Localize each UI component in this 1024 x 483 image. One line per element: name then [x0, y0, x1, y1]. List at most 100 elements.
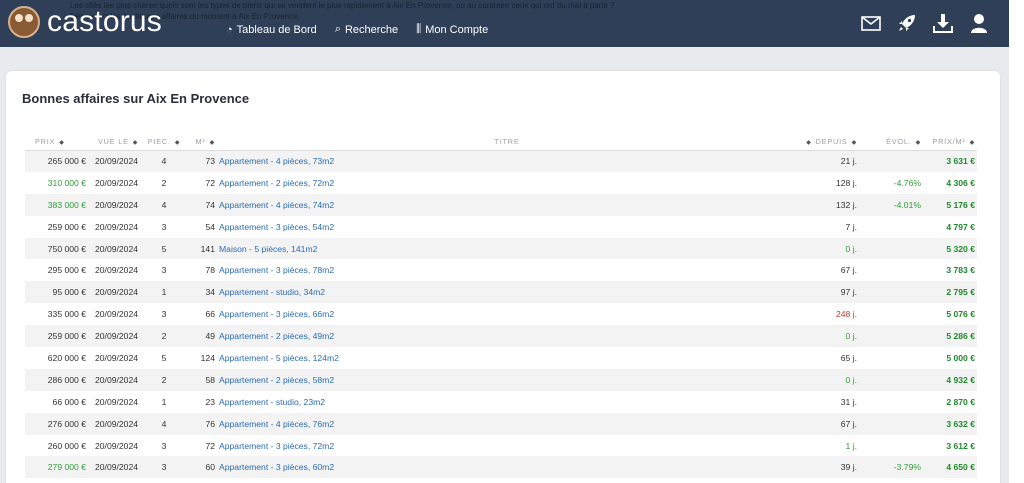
- user-icon[interactable]: [969, 13, 989, 33]
- nav-mon-compte[interactable]: ⫼ Mon Compte: [416, 23, 488, 36]
- listing-title-link[interactable]: Appartement - studio, 34m2: [219, 287, 325, 297]
- nav-tableau-de-bord[interactable]: ◔ Tableau de Bord: [226, 23, 317, 36]
- cell-m2: 124: [185, 347, 219, 369]
- cell-vue-le-value: 20/09/2024: [95, 331, 139, 342]
- cell-prix-m2-value: 5 076 €: [946, 309, 975, 320]
- cell-depuis: 7 j.: [795, 216, 861, 238]
- cell-prix-value: 276 000 €: [47, 418, 86, 429]
- col-header-prix[interactable]: PRIX ◆: [25, 133, 88, 151]
- cell-prix-m2-value: 4 650 €: [946, 462, 975, 473]
- listing-title-link[interactable]: Appartement - 4 pièces, 76m2: [219, 419, 334, 429]
- cell-vue-le-value: 20/09/2024: [95, 352, 139, 363]
- cell-m2: 73: [185, 150, 219, 172]
- listing-title-link[interactable]: Appartement - 3 pièces, 60m2: [219, 462, 334, 472]
- cell-m2-value: 49: [205, 331, 215, 342]
- nav-recherche[interactable]: ⌕ Recherche: [335, 23, 398, 36]
- cell-prix: 750 000 €: [25, 237, 88, 260]
- listing-title-link[interactable]: Appartement - studio, 23m2: [219, 397, 325, 407]
- cell-depuis-value: 21 j.: [840, 156, 857, 167]
- listing-title-link[interactable]: Appartement - 4 pièces, 74m2: [219, 200, 334, 210]
- deals-table: PRIX ◆ VUE LE ◆ PIEC. ◆ M² ◆ TITRE ◆ DEPUIS ◆ …: [25, 133, 977, 479]
- cell-prix-m2-value: 5 320 €: [946, 243, 975, 254]
- table-row[interactable]: 750 000 € 20/09/2024 5 141 Maison - 5 pièces…: [25, 237, 977, 260]
- cell-prix-m2: 3 612 €: [925, 435, 977, 457]
- col-label: PRIX/M²: [932, 136, 966, 146]
- cell-prix-m2: 5 286 €: [925, 325, 977, 348]
- listing-title-link[interactable]: Maison - 5 pièces, 141m2: [219, 244, 317, 254]
- cell-prix-m2-value: 2 870 €: [946, 396, 975, 407]
- col-header-titre[interactable]: TITRE: [219, 133, 795, 151]
- cell-m2-value: 58: [205, 374, 215, 385]
- cell-titre: Appartement - 2 pièces, 49m2: [219, 325, 795, 348]
- listing-title-link[interactable]: Appartement - 5 pièces, 124m2: [219, 353, 339, 363]
- table-row[interactable]: 286 000 € 20/09/2024 2 58 Appartement - 2 pi…: [25, 368, 977, 391]
- cell-titre: Appartement - 4 pièces, 76m2: [219, 412, 795, 435]
- cell-prix-m2: 4 797 €: [925, 216, 977, 238]
- mail-icon[interactable]: [861, 13, 881, 33]
- cell-pieces-value: 3: [161, 265, 167, 276]
- cell-prix-m2: 5 076 €: [925, 303, 977, 325]
- table-row[interactable]: 310 000 € 20/09/2024 2 72 Appartement - 2 pi…: [25, 172, 977, 194]
- table-row[interactable]: 295 000 € 20/09/2024 3 78 Appartement - 3 pi…: [25, 259, 977, 281]
- cell-evol: [861, 325, 925, 348]
- table-header-row: PRIX ◆ VUE LE ◆ PIEC. ◆ M² ◆ TITRE ◆ DEPUIS ◆ …: [25, 133, 977, 151]
- col-header-evol[interactable]: ÉVOL. ◆: [861, 133, 925, 151]
- cell-evol: [861, 347, 925, 369]
- cell-pieces: 1: [143, 391, 185, 413]
- header-actions: [861, 13, 989, 33]
- cell-m2-value: 74: [205, 199, 215, 210]
- cell-prix: 66 000 €: [25, 391, 88, 413]
- cell-titre: Appartement - studio, 34m2: [219, 281, 795, 304]
- col-header-vue-le[interactable]: VUE LE ◆: [88, 133, 143, 151]
- cell-pieces-value: 5: [161, 352, 167, 363]
- cell-vue-le-value: 20/09/2024: [95, 287, 139, 298]
- listing-title-link[interactable]: Appartement - 2 pièces, 49m2: [219, 331, 334, 341]
- col-header-m2[interactable]: M² ◆: [185, 133, 219, 151]
- sliders-icon: ⫼: [416, 23, 422, 35]
- cell-pieces: 2: [143, 325, 185, 348]
- cell-prix-value: 335 000 €: [47, 309, 86, 320]
- search-icon: ⌕: [334, 23, 341, 35]
- table-row[interactable]: 276 000 € 20/09/2024 4 76 Appartement - 4 pi…: [25, 412, 977, 435]
- cell-depuis: 1 j.: [795, 435, 861, 457]
- cell-m2-value: 78: [205, 265, 215, 276]
- table-row[interactable]: 265 000 € 20/09/2024 4 73 Appartement - 4 pi…: [25, 150, 977, 172]
- table-row[interactable]: 259 000 € 20/09/2024 2 49 Appartement - 2 pi…: [25, 325, 977, 348]
- table-row[interactable]: 259 000 € 20/09/2024 3 54 Appartement - 3 pi…: [25, 216, 977, 238]
- cell-evol: [861, 303, 925, 325]
- listing-title-link[interactable]: Appartement - 2 pièces, 58m2: [219, 375, 334, 385]
- col-header-pieces[interactable]: PIEC. ◆: [143, 133, 185, 151]
- rocket-icon[interactable]: [897, 13, 917, 33]
- cell-evol: [861, 150, 925, 172]
- table-row[interactable]: 383 000 € 20/09/2024 4 74 Appartement - 4 pi…: [25, 193, 977, 216]
- cell-prix-value: 383 000 €: [47, 199, 86, 210]
- cell-prix-m2: 3 632 €: [925, 412, 977, 435]
- col-header-depuis[interactable]: ◆ DEPUIS ◆: [795, 133, 861, 151]
- cell-prix-value: 259 000 €: [47, 331, 86, 342]
- cell-m2: 76: [185, 412, 219, 435]
- table-row[interactable]: 260 000 € 20/09/2024 3 72 Appartement - 3 pi…: [25, 435, 977, 457]
- cell-prix-m2: 5 176 €: [925, 193, 977, 216]
- cell-pieces-value: 2: [161, 374, 167, 385]
- listing-title-link[interactable]: Appartement - 3 pièces, 78m2: [219, 265, 334, 275]
- cell-prix-value: 620 000 €: [47, 352, 86, 363]
- table-row[interactable]: 335 000 € 20/09/2024 3 66 Appartement - 3 pi…: [25, 303, 977, 325]
- download-icon[interactable]: [933, 13, 953, 33]
- cell-titre: Appartement - 5 pièces, 124m2: [219, 347, 795, 369]
- listing-title-link[interactable]: Appartement - 3 pièces, 54m2: [219, 222, 334, 232]
- sort-icon: ◆: [806, 139, 812, 146]
- table-row[interactable]: 620 000 € 20/09/2024 5 124 Appartement - 5 p…: [25, 347, 977, 369]
- table-row[interactable]: 95 000 € 20/09/2024 1 34 Appartement - studi…: [25, 281, 977, 304]
- listing-title-link[interactable]: Appartement - 2 pièces, 72m2: [219, 178, 334, 188]
- table-row[interactable]: 66 000 € 20/09/2024 1 23 Appartement - studi…: [25, 391, 977, 413]
- brand-logo-link[interactable]: castorus: [8, 6, 162, 38]
- col-header-prix-m2[interactable]: PRIX/M² ◆: [925, 133, 977, 151]
- cell-depuis: 65 j.: [795, 347, 861, 369]
- listing-title-link[interactable]: Appartement - 3 pièces, 66m2: [219, 309, 334, 319]
- listing-title-link[interactable]: Appartement - 3 pièces, 72m2: [219, 441, 334, 451]
- cell-depuis-value: 31 j.: [840, 396, 857, 407]
- cell-pieces-value: 3: [161, 221, 167, 232]
- table-row[interactable]: 279 000 € 20/09/2024 3 60 Appartement - 3 pi…: [25, 456, 977, 479]
- listing-title-link[interactable]: Appartement - 4 pièces, 73m2: [219, 156, 334, 166]
- cell-pieces: 3: [143, 259, 185, 281]
